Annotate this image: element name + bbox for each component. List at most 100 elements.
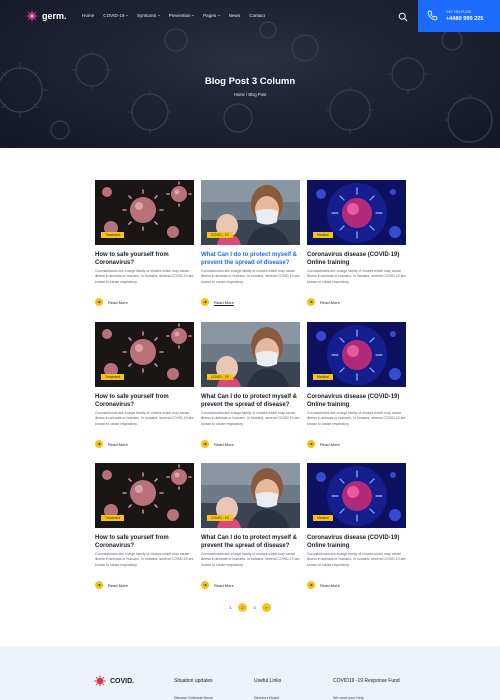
next-page-button[interactable]: » xyxy=(262,603,271,612)
nav-label: Contact xyxy=(249,13,265,18)
nav-item-covid[interactable]: COVID-19 xyxy=(103,13,128,18)
footer-link-outbreak-news[interactable]: Disease Outbreak News xyxy=(174,696,213,700)
post-title[interactable]: What Can I do to protect myself & preven… xyxy=(201,394,300,409)
post-thumbnail[interactable]: Treatment xyxy=(95,463,194,528)
page-2-button[interactable]: 2 xyxy=(238,603,247,612)
category-badge[interactable]: Treatment xyxy=(101,374,125,381)
read-more-link[interactable]: Read More xyxy=(201,298,234,306)
read-more-link[interactable]: Read More xyxy=(307,581,340,589)
covid-logo-icon xyxy=(94,675,106,687)
footer-logo[interactable]: COVID. xyxy=(94,675,134,687)
helpline-label: 24/7 HELPLINE xyxy=(446,10,472,14)
post-title[interactable]: How to safe yourself from Coronavirus? xyxy=(95,252,194,267)
read-more-icon xyxy=(307,298,315,306)
nav-label: Pages xyxy=(203,13,217,18)
search-icon[interactable] xyxy=(398,12,408,22)
arrow-right-icon xyxy=(309,583,313,587)
post-title[interactable]: What Can I do to protect myself & preven… xyxy=(201,252,300,267)
post-card[interactable]: COVID - 19 What Can I do to protect mysel… xyxy=(201,180,300,310)
read-more-label: Read More xyxy=(320,441,340,447)
chevron-down-icon xyxy=(157,15,160,16)
arrow-right-icon xyxy=(309,442,313,446)
arrow-right-icon xyxy=(309,300,313,304)
page-1-button[interactable]: 1 xyxy=(226,603,235,612)
post-thumbnail[interactable]: Medical xyxy=(307,180,406,245)
post-thumbnail[interactable]: COVID - 19 xyxy=(201,322,300,387)
post-card[interactable]: COVID - 19 What Can I do to protect mysel… xyxy=(201,463,300,593)
post-thumbnail[interactable]: Treatment xyxy=(95,180,194,245)
post-excerpt: Coronaviruses are a large family of viru… xyxy=(307,411,406,426)
post-excerpt: Coronaviruses are a large family of viru… xyxy=(201,552,300,567)
post-excerpt: Coronaviruses are a large family of viru… xyxy=(307,269,406,284)
post-title[interactable]: How to safe yourself from Coronavirus? xyxy=(95,535,194,550)
post-thumbnail[interactable]: COVID - 19 xyxy=(201,463,300,528)
category-badge[interactable]: COVID - 19 xyxy=(207,374,233,381)
nav-label: Prevention xyxy=(168,13,191,18)
post-title[interactable]: Coronavirus disease (COVID-19) Online tr… xyxy=(307,535,406,550)
read-more-link[interactable]: Read More xyxy=(95,440,128,448)
read-more-link[interactable]: Read More xyxy=(95,581,128,589)
post-card[interactable]: Treatment How to safe yourself from Coron… xyxy=(95,180,194,310)
post-card[interactable]: Treatment How to safe yourself from Coron… xyxy=(95,322,194,452)
read-more-link[interactable]: Read More xyxy=(307,298,340,306)
arrow-right-icon xyxy=(203,583,207,587)
read-more-icon xyxy=(307,440,315,448)
nav-item-contact[interactable]: Contact xyxy=(249,13,265,18)
helpline-number: +4480 999 225 xyxy=(446,16,484,22)
arrow-right-icon xyxy=(203,300,207,304)
post-title[interactable]: How to safe yourself from Coronavirus? xyxy=(95,394,194,409)
chevron-down-icon xyxy=(217,15,220,16)
category-badge[interactable]: Medical xyxy=(313,374,333,381)
post-thumbnail[interactable]: Medical xyxy=(307,463,406,528)
post-card[interactable]: Medical Coronavirus disease (COVID-19) On… xyxy=(307,180,406,310)
category-badge[interactable]: Treatment xyxy=(101,515,125,522)
post-title[interactable]: What Can I do to protect myself & preven… xyxy=(201,535,300,550)
read-more-label: Read More xyxy=(108,299,128,305)
footer-link-directors[interactable]: Directors Board xyxy=(254,696,279,700)
helpline-box[interactable]: 24/7 HELPLINE +4480 999 225 xyxy=(418,0,500,32)
footer-heading-fund: COVID19 -19 Response Fund xyxy=(333,678,400,684)
post-card[interactable]: COVID - 19 What Can I do to protect mysel… xyxy=(201,322,300,452)
read-more-icon xyxy=(201,581,209,589)
read-more-link[interactable]: Read More xyxy=(201,581,234,589)
nav-item-news[interactable]: News xyxy=(229,13,241,18)
post-title[interactable]: Coronavirus disease (COVID-19) Online tr… xyxy=(307,252,406,267)
category-badge[interactable]: COVID - 19 xyxy=(207,515,233,522)
read-more-icon xyxy=(307,581,315,589)
read-more-icon xyxy=(201,440,209,448)
nav-item-home[interactable]: Home xyxy=(82,13,94,18)
category-badge[interactable]: Treatment xyxy=(101,232,125,239)
read-more-link[interactable]: Read More xyxy=(201,440,234,448)
chevron-down-icon xyxy=(125,15,128,16)
post-excerpt: Coronaviruses are a large family of viru… xyxy=(95,411,194,426)
category-badge[interactable]: COVID - 19 xyxy=(207,232,233,239)
post-card[interactable]: Medical Coronavirus disease (COVID-19) On… xyxy=(307,463,406,593)
post-card[interactable]: Treatment How to safe yourself from Coron… xyxy=(95,463,194,593)
post-thumbnail[interactable]: Treatment xyxy=(95,322,194,387)
breadcrumb[interactable]: Home / Blog Post xyxy=(0,92,500,97)
site-logo[interactable]: germ. xyxy=(26,10,67,22)
post-thumbnail[interactable]: COVID - 19 xyxy=(201,180,300,245)
nav-item-pages[interactable]: Pages xyxy=(203,13,220,18)
read-more-label: Read More xyxy=(214,582,234,588)
category-badge[interactable]: Medical xyxy=(313,232,333,239)
phone-icon xyxy=(427,10,438,21)
post-card[interactable]: Medical Coronavirus disease (COVID-19) On… xyxy=(307,322,406,452)
post-thumbnail[interactable]: Medical xyxy=(307,322,406,387)
footer-heading-links: Useful Links xyxy=(254,678,282,684)
nav-item-prevention[interactable]: Prevention xyxy=(168,13,195,18)
nav-item-symtoms[interactable]: Symtoms xyxy=(137,13,160,18)
post-excerpt: Coronaviruses are a large family of viru… xyxy=(95,552,194,567)
read-more-label: Read More xyxy=(214,441,234,447)
footer: COVID. Situation updates Useful Links CO… xyxy=(0,646,500,700)
footer-logo-text: COVID. xyxy=(110,677,135,685)
arrow-right-icon xyxy=(97,300,101,304)
nav-label: News xyxy=(228,13,241,18)
page-3-button[interactable]: 3 xyxy=(250,603,259,612)
post-excerpt: Coronaviruses are a large family of viru… xyxy=(95,269,194,284)
read-more-link[interactable]: Read More xyxy=(307,440,340,448)
category-badge[interactable]: Medical xyxy=(313,515,333,522)
arrow-right-icon xyxy=(97,442,101,446)
read-more-link[interactable]: Read More xyxy=(95,298,128,306)
post-title[interactable]: Coronavirus disease (COVID-19) Online tr… xyxy=(307,394,406,409)
